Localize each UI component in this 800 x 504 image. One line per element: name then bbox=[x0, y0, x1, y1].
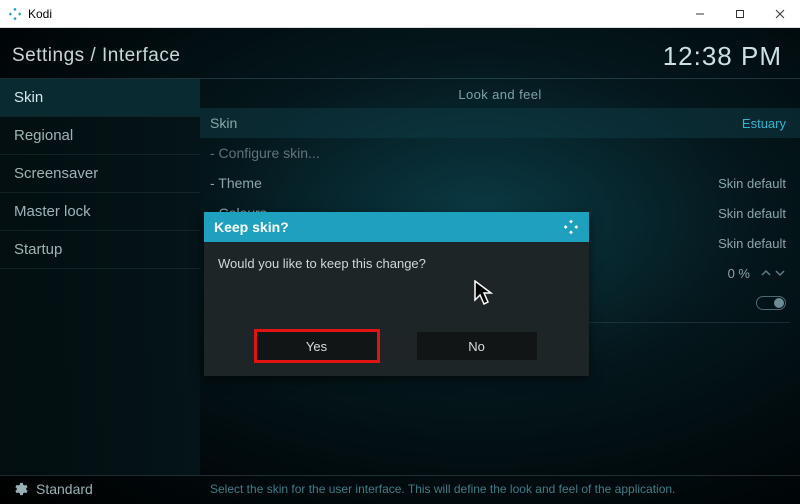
dialog-yes-button[interactable]: Yes bbox=[257, 332, 377, 360]
sidebar-separator bbox=[0, 268, 200, 269]
setting-value: Skin default bbox=[718, 176, 786, 191]
kodi-logo-icon bbox=[563, 219, 579, 235]
window-minimize-button[interactable] bbox=[680, 0, 720, 28]
window-title: Kodi bbox=[28, 7, 680, 21]
setting-label: - Theme bbox=[210, 175, 262, 191]
button-label: Yes bbox=[306, 339, 327, 354]
setting-label: - Configure skin... bbox=[210, 145, 320, 161]
settings-level-label: Standard bbox=[36, 481, 93, 497]
zoom-spinner[interactable] bbox=[760, 267, 786, 279]
sidebar-item-label: Startup bbox=[14, 241, 62, 258]
setting-label: Skin bbox=[210, 115, 237, 131]
window-titlebar: Kodi bbox=[0, 0, 800, 28]
section-title: Look and feel bbox=[200, 79, 800, 108]
sidebar: Skin Regional Screensaver Master lock St… bbox=[0, 79, 200, 475]
setting-value: Skin default bbox=[718, 206, 786, 221]
dialog-title: Keep skin? bbox=[214, 219, 289, 235]
dialog-message: Would you like to keep this change? bbox=[204, 242, 589, 332]
sidebar-item-label: Screensaver bbox=[14, 165, 98, 182]
window-close-button[interactable] bbox=[760, 0, 800, 28]
sidebar-item-skin[interactable]: Skin bbox=[0, 79, 200, 116]
sidebar-item-screensaver[interactable]: Screensaver bbox=[0, 155, 200, 192]
sidebar-item-startup[interactable]: Startup bbox=[0, 231, 200, 268]
setting-hint: Select the skin for the user interface. … bbox=[200, 482, 675, 496]
breadcrumb: Settings / Interface bbox=[12, 45, 180, 67]
gear-icon bbox=[12, 481, 28, 497]
dialog-header: Keep skin? bbox=[204, 212, 589, 242]
kodi-app-icon bbox=[8, 7, 22, 21]
setting-value: 0 % bbox=[728, 266, 750, 281]
dialog-buttons: Yes No bbox=[204, 332, 589, 376]
setting-row-theme[interactable]: - Theme Skin default bbox=[200, 168, 800, 198]
setting-value: Estuary bbox=[742, 116, 786, 131]
sidebar-item-regional[interactable]: Regional bbox=[0, 117, 200, 154]
clock: 12:38 PM bbox=[663, 41, 782, 72]
toggle-switch[interactable] bbox=[756, 296, 786, 310]
settings-level-button[interactable]: Standard bbox=[0, 481, 200, 497]
sidebar-item-label: Master lock bbox=[14, 203, 91, 220]
setting-row-skin[interactable]: Skin Estuary bbox=[200, 108, 800, 138]
chevron-up-icon bbox=[760, 267, 772, 279]
window-maximize-button[interactable] bbox=[720, 0, 760, 28]
sidebar-item-master-lock[interactable]: Master lock bbox=[0, 193, 200, 230]
setting-row-configure-skin[interactable]: - Configure skin... bbox=[200, 138, 800, 168]
button-label: No bbox=[468, 339, 485, 354]
sidebar-item-label: Regional bbox=[14, 127, 73, 144]
bottombar: Standard Select the skin for the user in… bbox=[0, 474, 800, 504]
header: Settings / Interface 12:38 PM bbox=[0, 28, 800, 78]
app-root: Settings / Interface 12:38 PM Skin Regio… bbox=[0, 28, 800, 504]
keep-skin-dialog: Keep skin? Would you like to keep this c… bbox=[204, 212, 589, 376]
setting-value: Skin default bbox=[718, 236, 786, 251]
sidebar-item-label: Skin bbox=[14, 89, 43, 106]
chevron-down-icon bbox=[774, 267, 786, 279]
dialog-no-button[interactable]: No bbox=[417, 332, 537, 360]
